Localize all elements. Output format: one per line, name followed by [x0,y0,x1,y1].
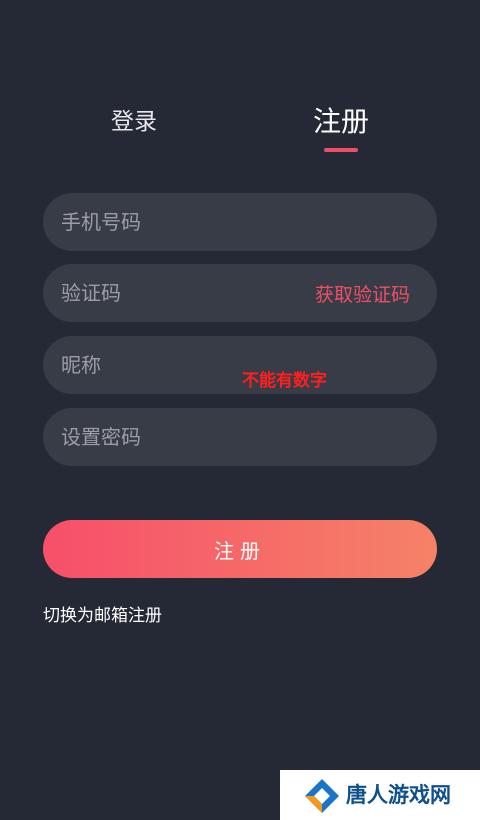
watermark-text: 唐人游戏网 [346,783,451,807]
site-logo-icon [305,779,339,813]
active-tab-indicator [324,148,358,152]
watermark-banner: 唐人游戏网 [280,770,480,820]
code-field: 获取验证码 [43,264,437,322]
nickname-field [43,336,437,394]
tab-login[interactable]: 登录 [96,102,172,142]
password-field [43,408,437,466]
nickname-annotation: 不能有数字 [242,371,327,391]
phone-input[interactable] [43,193,437,251]
get-code-button[interactable]: 获取验证码 [315,264,410,322]
tab-register[interactable]: 注册 [300,102,382,142]
password-input[interactable] [43,408,437,466]
register-button[interactable]: 注册 [43,520,437,578]
nickname-input[interactable] [43,336,437,394]
phone-field [43,193,437,251]
switch-to-email-link[interactable]: 切换为邮箱注册 [43,601,162,626]
